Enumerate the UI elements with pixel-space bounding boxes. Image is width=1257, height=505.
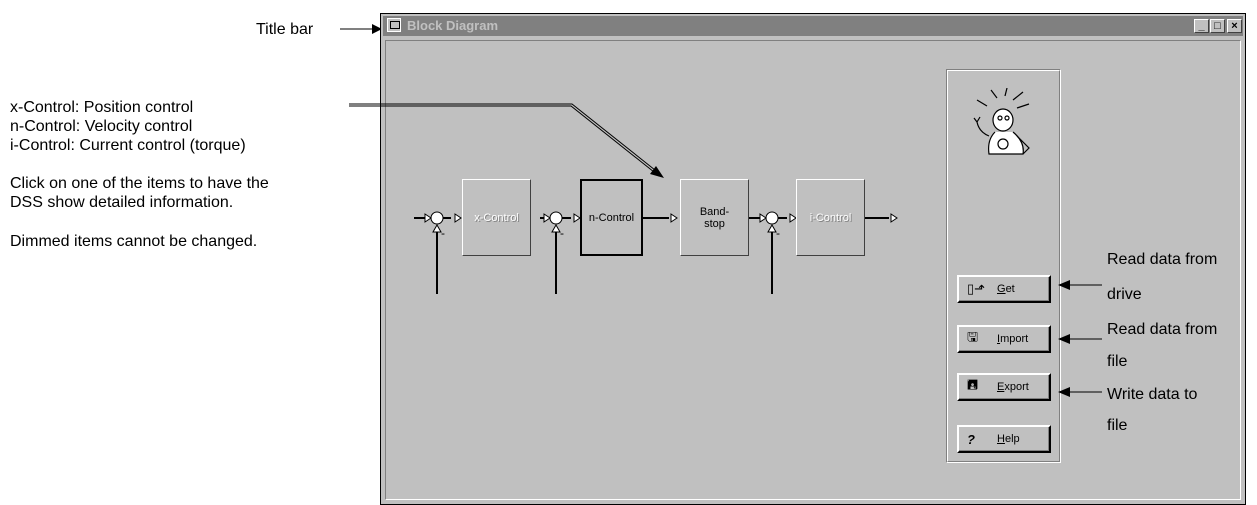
import-note-line1: Read data from <box>1107 321 1218 338</box>
export-note-line2: file <box>1107 417 1128 434</box>
get-note-line1: Read data from <box>1107 251 1218 268</box>
import-note-line2: file <box>1107 353 1128 370</box>
get-note-line2: drive <box>1107 286 1142 303</box>
callout-arrows <box>349 103 1102 397</box>
export-note-line1: Write data to <box>1107 386 1198 403</box>
